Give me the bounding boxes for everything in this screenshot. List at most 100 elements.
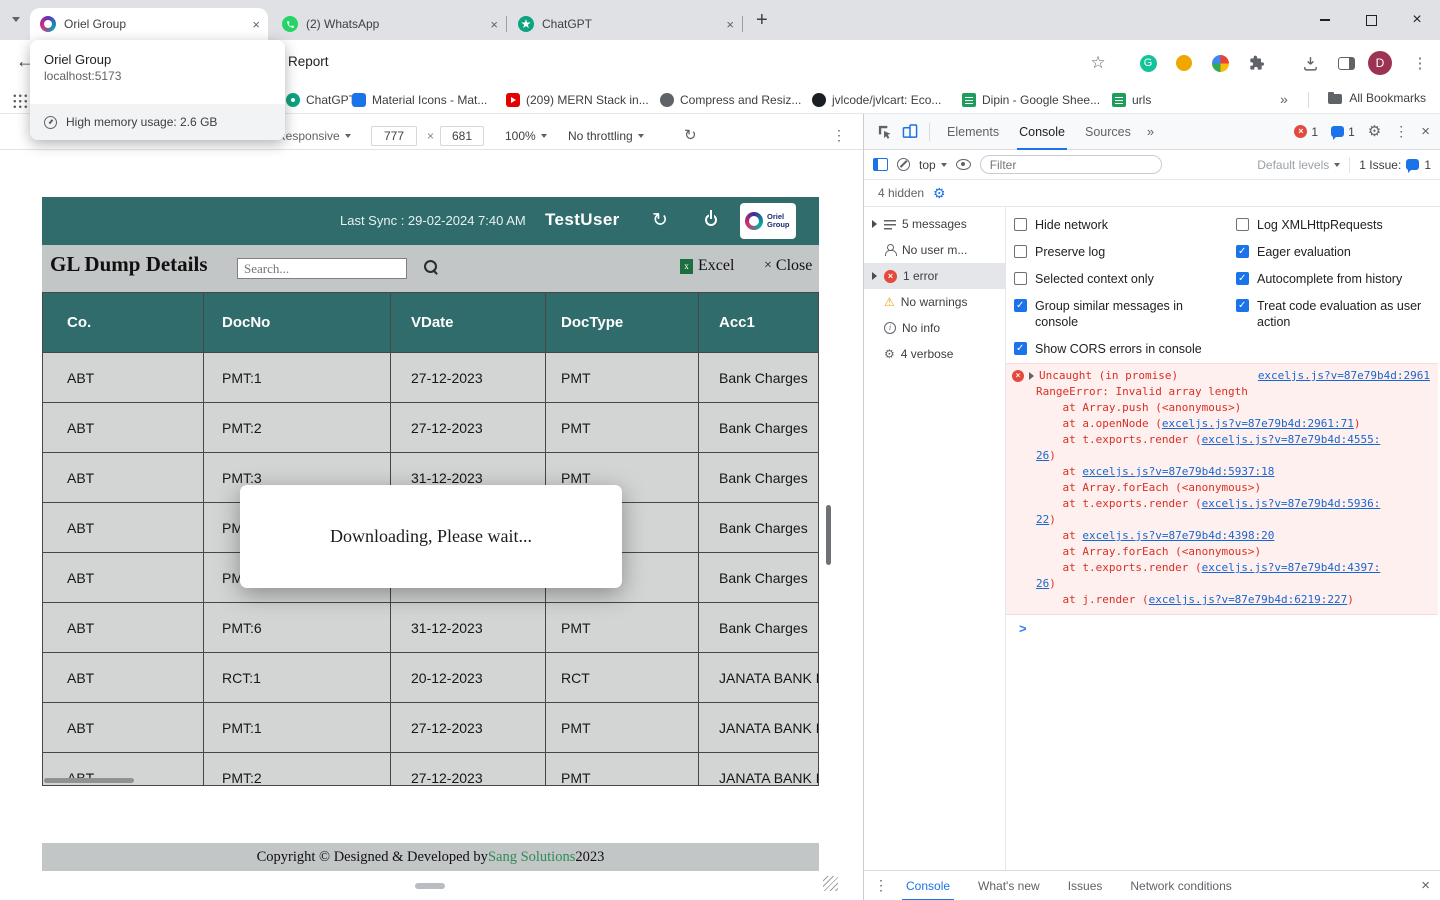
inspect-element-icon[interactable] [872,120,896,144]
stack-link[interactable]: exceljs.js?v=87e79b4d:4555: [1202,433,1381,446]
minimize-button[interactable] [1302,0,1348,40]
table-row[interactable]: ABTPMT:227-12-2023PMTJANATA BANK LIM [43,753,818,786]
table-row[interactable]: ABTPMT:127-12-2023PMTBank Charges [43,353,818,403]
window-close-button[interactable]: × [1394,0,1440,40]
issues-count-badge[interactable]: 1 [1331,125,1355,139]
page-vertical-scrollbar[interactable] [826,505,831,565]
stack-link[interactable]: 26 [1036,449,1049,462]
device-width-input[interactable] [371,126,417,146]
console-setting[interactable]: Selected context only [1014,271,1212,287]
checkbox[interactable] [1236,245,1249,258]
log-levels-dropdown[interactable]: Default levels [1257,158,1340,172]
table-horizontal-scrollbar[interactable] [44,778,134,783]
table-row[interactable]: ABTPMT:227-12-2023PMTBank Charges [43,403,818,453]
console-setting[interactable]: Autocomplete from history [1236,271,1434,287]
drawer-menu-icon[interactable]: ⋮ [874,877,888,894]
devtools-tab-elements[interactable]: Elements [937,114,1009,150]
console-sidebar-item[interactable]: ⚠No warnings [864,289,1005,315]
drawer-tab-console[interactable]: Console [896,871,960,900]
bookmark-item[interactable]: jvlcode/jvlcart: Eco... [812,91,941,109]
drawer-tab-what-s-new[interactable]: What's new [968,871,1050,900]
tab-close-icon[interactable]: × [490,18,498,31]
stack-link[interactable]: 22 [1036,513,1049,526]
console-prompt-icon[interactable]: > [1019,621,1027,636]
table-row[interactable]: ABTRCT:120-12-2023RCTJANATA BANK LIM [43,653,818,703]
console-sidebar-item[interactable]: iNo info [864,315,1005,341]
stack-link[interactable]: exceljs.js?v=87e79b4d:6219:227 [1149,593,1348,606]
bookmark-item[interactable]: Material Icons - Mat... [352,91,487,109]
clear-console-icon[interactable] [897,158,910,171]
pinwheel-extension-icon[interactable] [1208,51,1232,75]
console-setting[interactable]: Hide network [1014,217,1212,233]
close-button[interactable]: × Close [764,257,812,275]
device-toolbar-toggle-icon[interactable] [898,120,922,144]
console-settings-gear-icon[interactable]: ⚙ [933,186,946,200]
throttling-dropdown[interactable]: No throttling [568,129,644,143]
bookmark-item[interactable]: ChatGPT [286,91,356,109]
checkbox[interactable] [1014,342,1027,355]
new-tab-button[interactable]: + [756,9,768,32]
device-mode-dropdown[interactable]: Responsive [277,129,351,143]
more-tabs-icon[interactable]: » [1143,124,1158,139]
console-filter-input[interactable] [980,155,1162,174]
error-source-link[interactable]: exceljs.js?v=87e79b4d:2961 [1258,368,1430,384]
power-icon[interactable] [702,211,720,229]
console-setting[interactable]: Preserve log [1014,244,1212,260]
stack-link[interactable]: exceljs.js?v=87e79b4d:5937:18 [1082,465,1274,478]
search-icon[interactable] [424,260,440,276]
profile-avatar[interactable]: D [1368,51,1392,75]
checkbox[interactable] [1014,218,1027,231]
stack-link[interactable]: exceljs.js?v=87e79b4d:2961:71 [1162,417,1354,430]
checkbox[interactable] [1236,218,1249,231]
rotate-device-icon[interactable]: ↻ [684,126,697,144]
search-input[interactable] [237,258,407,279]
issues-counter[interactable]: 1 Issue: 1 [1359,158,1431,172]
stack-link[interactable]: exceljs.js?v=87e79b4d:5936: [1202,497,1381,510]
console-sidebar-toggle-icon[interactable] [873,158,888,171]
tab-close-icon[interactable]: × [252,18,260,31]
console-setting[interactable]: Log XMLHttpRequests [1236,217,1434,233]
checkbox[interactable] [1236,299,1249,312]
devtools-menu-icon[interactable]: ⋮ [1394,123,1408,140]
bookmark-star-icon[interactable]: ☆ [1086,51,1110,75]
hidden-messages-label[interactable]: 4 hidden [878,186,924,200]
page-horizontal-scroll-handle[interactable] [415,883,445,889]
table-row[interactable]: ABTPMT:127-12-2023PMTJANATA BANK LIM [43,703,818,753]
stack-link[interactable]: exceljs.js?v=87e79b4d:4398:20 [1082,529,1274,542]
grammarly-extension-icon[interactable] [1136,51,1160,75]
address-bar[interactable]: Report [288,54,329,69]
bookmark-item[interactable]: Compress and Resiz... [660,91,801,109]
stack-link[interactable]: 26 [1036,577,1049,590]
checkbox[interactable] [1014,299,1027,312]
resize-corner-handle[interactable] [823,876,838,891]
checkbox[interactable] [1014,272,1027,285]
tab-whatsapp[interactable]: (2) WhatsApp × [272,8,506,40]
drawer-close-icon[interactable]: × [1421,877,1430,894]
console-sidebar-item[interactable]: 5 messages [864,211,1005,237]
tab-search-chevron-icon[interactable] [12,17,20,22]
devtools-tab-console[interactable]: Console [1009,114,1075,150]
bookmarks-overflow-icon[interactable]: » [1280,91,1288,107]
refresh-icon[interactable]: ↻ [652,209,668,232]
expand-caret-icon[interactable] [1029,372,1034,380]
console-setting[interactable]: Group similar messages in console [1014,298,1212,330]
device-height-input[interactable] [440,126,484,146]
checkbox[interactable] [1236,272,1249,285]
zoom-dropdown[interactable]: 100% [505,129,547,143]
console-sidebar-item[interactable]: ×1 error [864,263,1005,289]
tab-close-icon[interactable]: × [726,18,734,31]
error-count-badge[interactable]: × 1 [1294,125,1318,139]
stack-link[interactable]: exceljs.js?v=87e79b4d:4397: [1202,561,1381,574]
excel-export-button[interactable]: Excel [680,257,734,275]
console-setting[interactable]: Show CORS errors in console [1014,341,1212,357]
execution-context-dropdown[interactable]: top [919,158,947,172]
sang-solutions-link[interactable]: Sang Solutions [488,849,575,866]
browser-menu-icon[interactable]: ⋮ [1408,51,1432,75]
table-row[interactable]: ABTPMT:631-12-2023PMTBank Charges [43,603,818,653]
all-bookmarks-button[interactable]: All Bookmarks [1328,91,1426,105]
bookmark-item[interactable]: Dipin - Google Shee... [962,91,1100,109]
devtools-settings-gear-icon[interactable]: ⚙ [1368,124,1381,139]
bookmark-item[interactable]: urls [1112,91,1151,109]
checkbox[interactable] [1014,245,1027,258]
console-sidebar-item[interactable]: ⚙4 verbose [864,341,1005,367]
